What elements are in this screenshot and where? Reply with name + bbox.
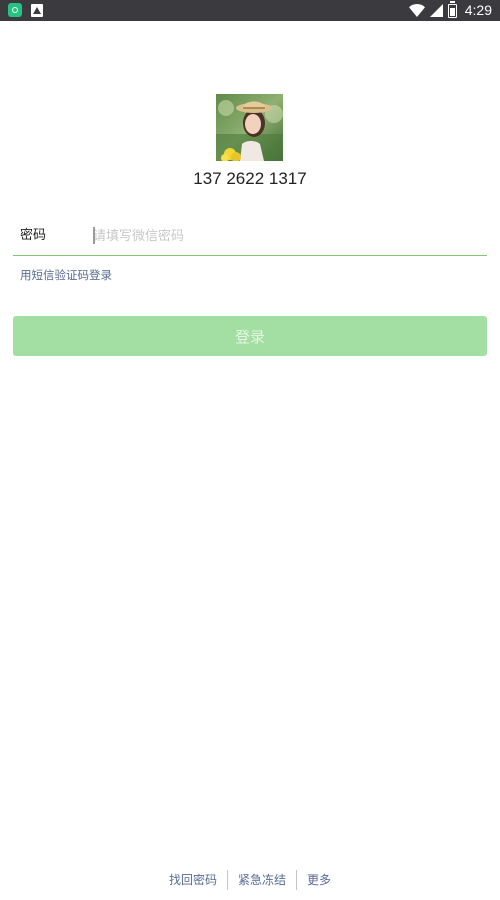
wifi-icon — [408, 4, 425, 17]
app-notification-icon — [8, 3, 22, 17]
picture-notification-icon — [31, 4, 43, 17]
battery-charging-icon — [447, 0, 457, 18]
account-number: 137 2622 1317 — [193, 169, 307, 188]
more-link[interactable]: 更多 — [297, 870, 341, 890]
profile-photo — [216, 94, 283, 161]
clock: 4:29 — [464, 2, 492, 18]
recover-password-link[interactable]: 找回密码 — [159, 870, 227, 890]
password-underline — [13, 255, 487, 256]
avatar — [216, 94, 283, 161]
sms-login-link[interactable]: 用短信验证码登录 — [20, 266, 112, 284]
password-label: 密码 — [20, 228, 47, 243]
status-bar: 4:29 — [0, 0, 500, 21]
login-button[interactable]: 登录 — [13, 316, 487, 356]
password-input[interactable] — [92, 224, 473, 248]
cell-signal-icon — [429, 4, 443, 17]
emergency-freeze-link[interactable]: 紧急冻结 — [228, 870, 296, 890]
footer-links: 找回密码 紧急冻结 更多 — [0, 869, 500, 891]
text-cursor — [93, 227, 95, 244]
notification-icons — [8, 3, 43, 17]
system-status: 4:29 — [408, 0, 492, 19]
